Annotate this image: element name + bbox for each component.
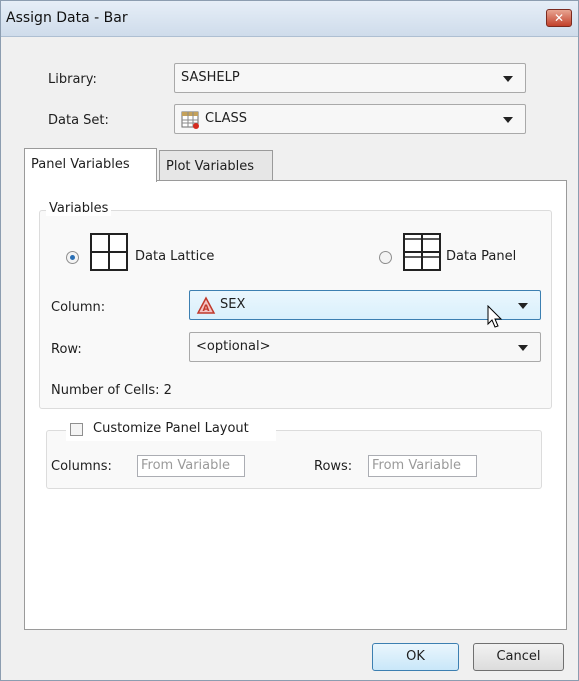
row-label: Row: — [51, 342, 82, 357]
variables-group: Variables Data Lattice Data Panel Column… — [39, 201, 552, 409]
library-select[interactable]: SASHELP — [174, 63, 526, 93]
chevron-down-icon — [518, 345, 528, 351]
window-title: Assign Data - Bar — [6, 10, 128, 26]
chevron-down-icon — [518, 303, 528, 309]
chevron-down-icon — [503, 76, 513, 82]
table-icon — [181, 111, 199, 129]
ok-button[interactable]: OK — [372, 643, 459, 671]
tab-plot-variables[interactable]: Plot Variables — [159, 150, 273, 180]
data-lattice-radio[interactable] — [66, 251, 79, 264]
columns-input[interactable]: From Variable — [137, 455, 245, 477]
chevron-down-icon — [503, 117, 513, 123]
row-value: <optional> — [196, 339, 271, 354]
lattice-grid-icon — [90, 233, 128, 271]
dataset-value: CLASS — [205, 111, 248, 126]
customize-layout-legend: Customize Panel Layout — [66, 421, 276, 441]
panel-layout-group: Customize Panel Layout Columns: From Var… — [46, 421, 542, 489]
rows-label: Rows: — [314, 459, 353, 474]
data-panel-label: Data Panel — [446, 249, 517, 264]
close-button[interactable]: ✕ — [546, 9, 572, 27]
cancel-button[interactable]: Cancel — [473, 643, 564, 671]
column-value: SEX — [220, 297, 246, 312]
tab-panel-variables[interactable]: Panel Variables — [24, 148, 157, 182]
title-bar[interactable]: Assign Data - Bar ✕ — [1, 1, 578, 37]
dataset-label: Data Set: — [48, 113, 109, 128]
column-select[interactable]: A SEX — [189, 290, 541, 328]
dataset-select[interactable]: CLASS — [174, 104, 526, 134]
customize-layout-label: Customize Panel Layout — [93, 421, 249, 436]
library-value: SASHELP — [181, 70, 240, 85]
columns-label: Columns: — [51, 459, 112, 474]
column-label: Column: — [51, 300, 106, 315]
row-select[interactable]: <optional> — [189, 332, 541, 362]
data-lattice-label: Data Lattice — [135, 249, 215, 264]
assign-data-dialog: Assign Data - Bar ✕ Library: SASHELP Dat… — [0, 0, 579, 681]
mouse-pointer-icon — [487, 305, 503, 328]
panel-grid-icon — [403, 233, 441, 271]
rows-input[interactable]: From Variable — [368, 455, 477, 477]
data-panel-radio[interactable] — [379, 251, 392, 264]
library-label: Library: — [48, 72, 97, 87]
variable-a-icon: A — [196, 296, 216, 314]
svg-text:A: A — [203, 304, 210, 314]
variables-legend: Variables — [46, 201, 112, 216]
number-of-cells: Number of Cells: 2 — [51, 383, 172, 398]
customize-layout-checkbox[interactable] — [70, 423, 83, 436]
panel-variables-page: Variables Data Lattice Data Panel Column… — [24, 180, 567, 630]
